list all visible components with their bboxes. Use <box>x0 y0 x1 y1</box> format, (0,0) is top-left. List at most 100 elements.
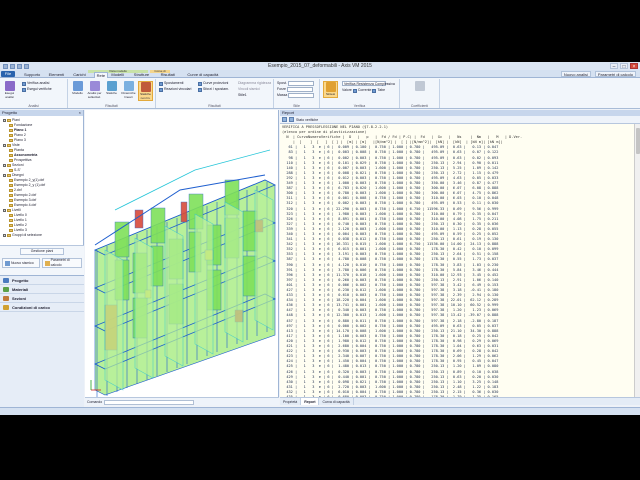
nav-item-sezioni[interactable]: Sezioni <box>0 294 84 303</box>
project-panel-buttons: Gestione piani Nuovo sismico Parametri d… <box>0 245 84 275</box>
print-icon[interactable] <box>282 117 287 122</box>
option-checkbox[interactable] <box>372 88 377 93</box>
reactions-button[interactable]: Reazioni vincolari <box>159 87 191 92</box>
tree-item[interactable]: - Sezioni <box>3 163 23 168</box>
tree-item[interactable]: Assonometria <box>9 153 37 158</box>
new-seismic-button[interactable]: Nuovo sismico <box>2 258 40 268</box>
tree-item[interactable]: - Piani <box>3 118 20 123</box>
option-checkbox[interactable] <box>352 88 357 93</box>
display-mode-button[interactable]: Statiche non lin. <box>138 81 153 101</box>
verify-type-select[interactable]: Verifica Resistenza Complessiva <box>342 81 395 86</box>
tree-item[interactable]: Pianta <box>9 148 24 153</box>
folder-icon <box>7 163 11 167</box>
displacement-icon <box>159 81 163 86</box>
tree-item[interactable]: - Viste <box>3 143 20 148</box>
close-button[interactable]: × <box>630 63 638 70</box>
tree-item[interactable]: Esempio 2_y(1).dxf <box>9 178 44 183</box>
new-analysis-button[interactable]: Nuovo analisi <box>560 71 591 77</box>
coefficients-button[interactable] <box>412 81 427 92</box>
displacements-button[interactable]: Spostamenti <box>159 81 183 86</box>
ribbon-group-coefficients: Coefficienti <box>400 79 440 108</box>
group-label: Verifica <box>353 104 366 108</box>
nav-item-progetto[interactable]: Progetto <box>0 276 84 285</box>
tree-item[interactable]: - Disegni <box>3 173 24 178</box>
nav-icon <box>3 278 9 283</box>
maximize-button[interactable]: □ <box>620 63 628 70</box>
tree-item[interactable]: Livello 3 <box>9 228 27 233</box>
tree-item[interactable]: Livello 2 <box>9 223 27 228</box>
command-input[interactable] <box>104 399 195 405</box>
stress-button[interactable]: Sforzi / spostam. <box>198 87 229 92</box>
tree-item[interactable]: Esempio 4.dxf <box>9 203 36 208</box>
minimize-button[interactable]: – <box>610 63 618 70</box>
tree-item[interactable]: Fondazione <box>9 123 32 128</box>
display-mode-button[interactable]: Dinamiche lineari <box>121 81 136 99</box>
group-label: Stile <box>293 104 300 108</box>
bottom-tab-report[interactable]: Report <box>301 398 320 405</box>
force-scale[interactable]: Forze <box>277 87 313 92</box>
expand-icon[interactable]: - <box>3 143 6 147</box>
displacement-scale-input[interactable] <box>287 81 314 86</box>
mass-scale[interactable]: Massa <box>277 93 315 98</box>
export-icon[interactable] <box>289 117 294 122</box>
3d-model-viewport[interactable] <box>85 110 279 397</box>
folder-icon <box>9 153 13 157</box>
tree-item[interactable]: S-S' <box>9 168 21 173</box>
tree-item[interactable]: - Livelli <box>3 208 21 213</box>
style-dropdown[interactable]: Stile1 <box>238 93 247 98</box>
nav-item-condizioni-di-carico[interactable]: Condizioni di carico <box>0 303 84 312</box>
displacement-scale[interactable]: Spost. <box>277 81 314 86</box>
application-window: Esempio_2015_07_deformabili - Axis VM 20… <box>0 62 640 415</box>
report-bottom-tabs: Proprietà Report Curva di capacità <box>280 397 640 405</box>
report-toolbar-label: Stato verifiche <box>296 117 319 122</box>
structure-model[interactable] <box>85 110 279 397</box>
manage-floors-button[interactable]: Gestione piani <box>20 248 64 255</box>
calc-params-button[interactable]: Parametri di calcolo <box>594 71 636 77</box>
run-verify-button[interactable]: Esegui verifiche <box>22 87 52 92</box>
mass-scale-input[interactable] <box>288 93 315 98</box>
curves-button[interactable]: Curve proiezioni <box>198 81 228 86</box>
tree-item[interactable]: - Gruppi di selezione <box>3 233 42 238</box>
expand-icon[interactable]: - <box>3 173 6 177</box>
synthesis-button[interactable]: Sintesi <box>323 81 338 98</box>
bottom-tab-curva-di-capacit-[interactable]: Curva di capacità <box>319 398 354 405</box>
tree-item[interactable]: Esempio 3.dxf <box>9 198 36 203</box>
nav-icon <box>3 305 9 310</box>
expand-icon[interactable]: - <box>3 118 6 122</box>
display-mode-button[interactable]: Analisi per sollecitaz. <box>87 81 102 99</box>
panel-close-icon[interactable]: × <box>79 110 81 116</box>
expand-icon[interactable]: - <box>3 208 6 212</box>
force-scale-input[interactable] <box>286 87 313 92</box>
tree-item[interactable]: Prospettiva <box>9 158 32 163</box>
run-analysis-button[interactable]: Esegui analisi <box>2 81 17 99</box>
bottom-tab-propriet-[interactable]: Proprietà <box>280 398 302 405</box>
folder-icon <box>7 143 11 147</box>
folder-icon <box>9 228 13 232</box>
file-menu-button[interactable]: File <box>1 71 15 77</box>
report-scrollbar[interactable] <box>634 124 640 397</box>
wall-panel <box>150 207 166 244</box>
tree-item[interactable]: Piano 2 <box>9 133 26 138</box>
group-label: Risultati <box>105 104 118 108</box>
scrollbar-thumb[interactable] <box>636 128 640 154</box>
folder-icon <box>7 118 11 122</box>
display-mode-button[interactable]: Statiche <box>104 81 119 96</box>
tree-item[interactable]: Livello 1 <box>9 218 27 223</box>
nav-item-materiali[interactable]: Materiali <box>0 285 84 294</box>
wall-panel <box>134 209 144 229</box>
tree-item[interactable]: Livello 0 <box>9 213 27 218</box>
seismic-constraints-button[interactable]: Vincoli sismici <box>238 87 260 92</box>
status-bar <box>0 407 640 415</box>
group-label: Risultati <box>208 104 221 108</box>
tree-item[interactable]: Esempio 2_y (1).dxf <box>9 183 45 188</box>
tree-item[interactable]: Piano 3 <box>9 138 26 143</box>
tree-item[interactable]: 2.dxf <box>9 188 22 193</box>
calc-parameters-button[interactable]: Parametri di calcolo <box>42 258 82 268</box>
expand-icon[interactable]: - <box>3 233 6 237</box>
tree-item[interactable]: Piano 1 <box>9 128 26 133</box>
expand-icon[interactable]: - <box>3 163 6 167</box>
stiffness-diagram-button[interactable]: Diagramma rigidezza <box>238 81 271 86</box>
tree-item[interactable]: Esempio 2.dxf <box>9 193 36 198</box>
check-analysis-button[interactable]: Verifica analisi <box>22 81 49 86</box>
display-mode-button[interactable]: Modello <box>70 81 85 96</box>
